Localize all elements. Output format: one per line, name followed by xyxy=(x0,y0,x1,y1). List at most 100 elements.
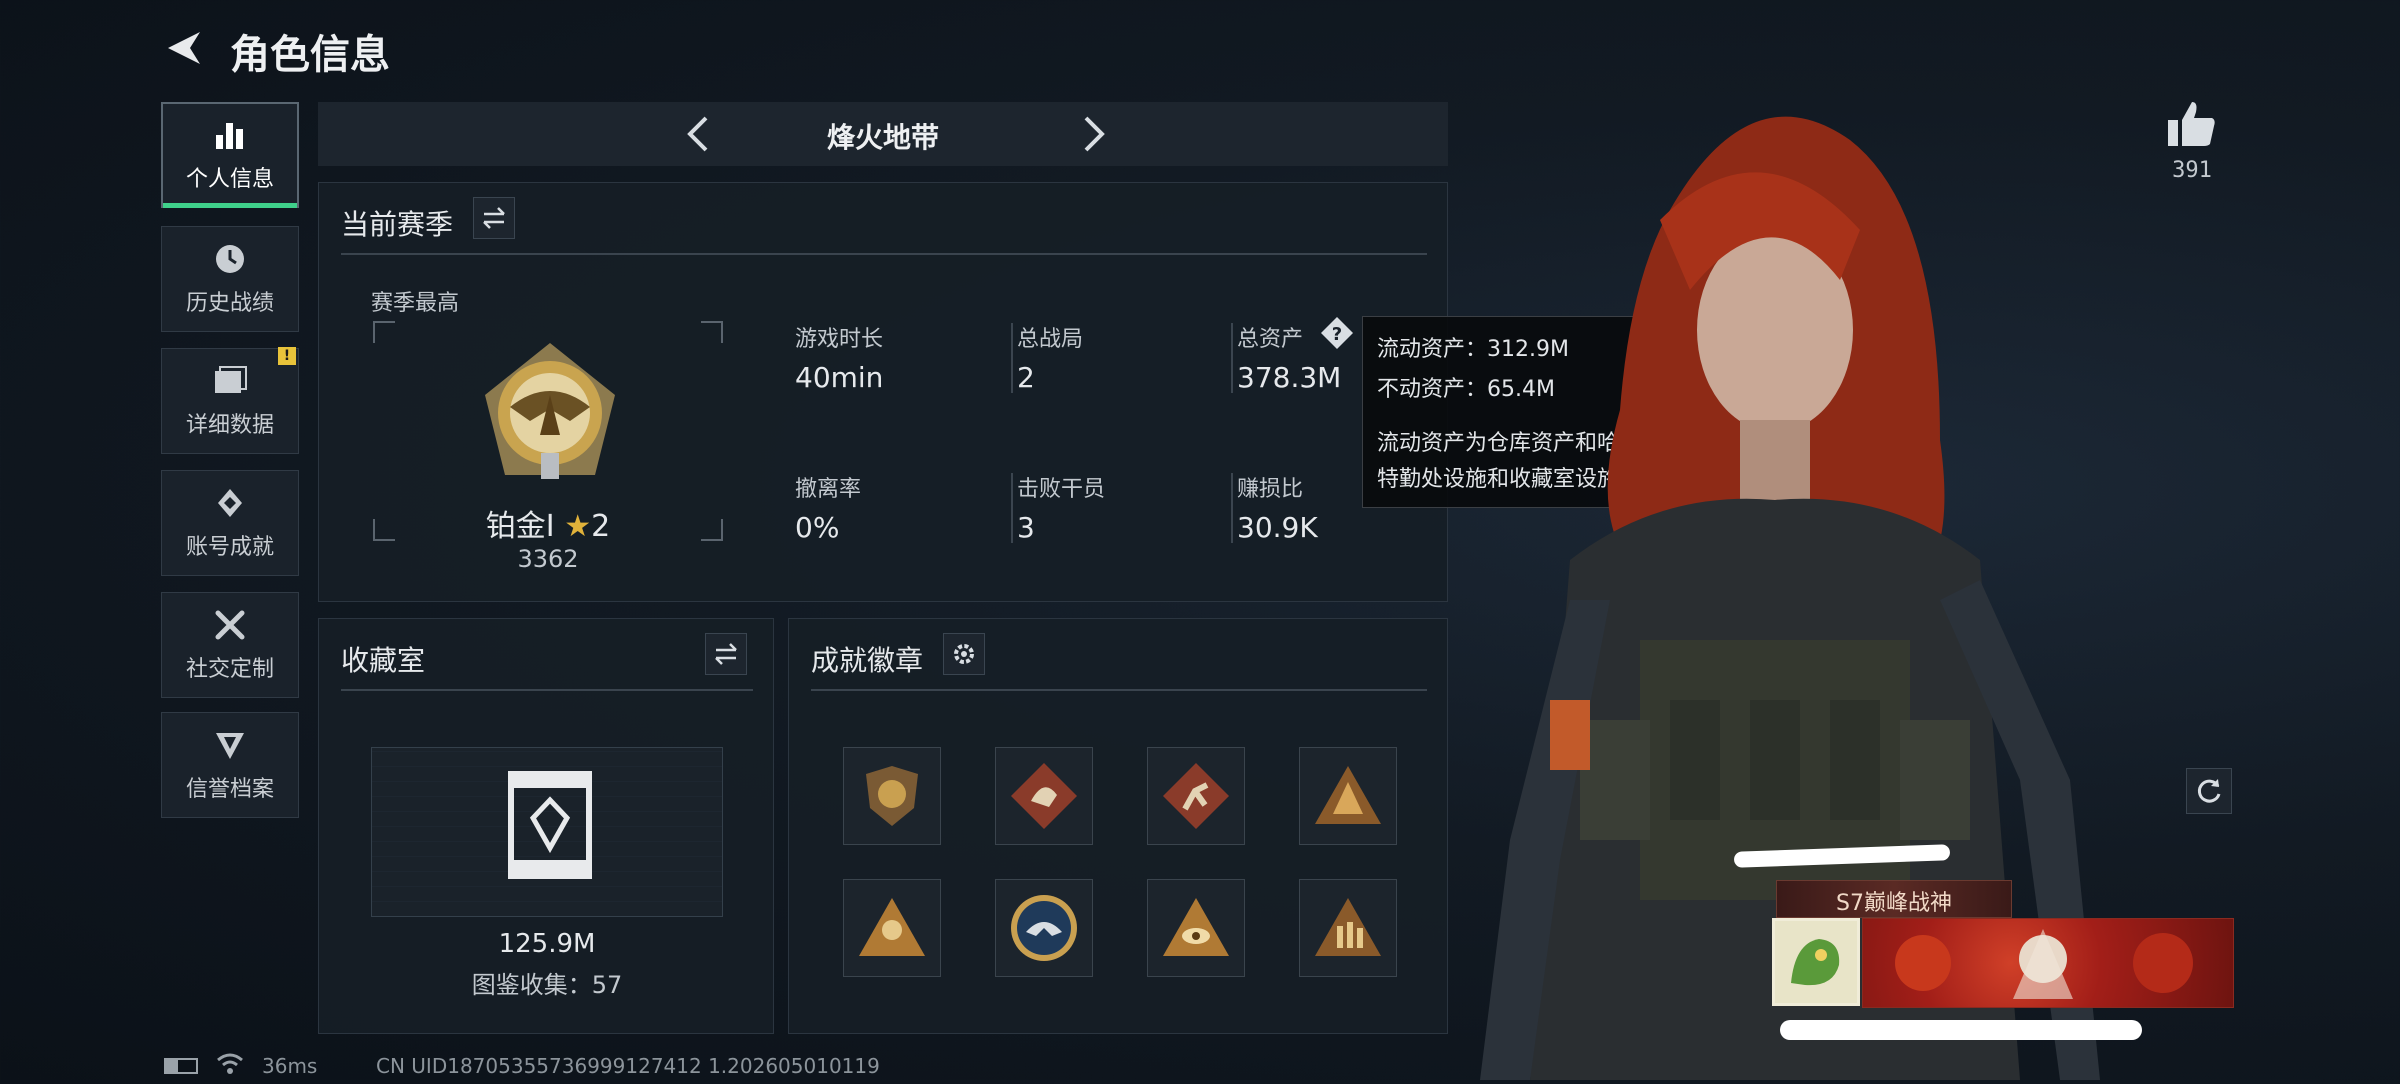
stat-value-playtime: 40min xyxy=(795,361,884,394)
collection-switch-button[interactable] xyxy=(705,633,747,675)
divider xyxy=(1011,473,1013,543)
stat-value-extraction-rate: 0% xyxy=(795,511,840,544)
stat-label-playtime: 游戏时长 xyxy=(795,327,884,352)
folder-icon xyxy=(215,366,247,393)
collection-value: 125.9M xyxy=(498,929,596,959)
eye-triangle-icon xyxy=(1163,898,1229,956)
redacted-id-scribble xyxy=(1780,1020,2142,1040)
thumbs-up-icon xyxy=(2168,102,2215,146)
collection-preview[interactable] xyxy=(371,747,723,917)
history-icon xyxy=(216,245,244,273)
rank-points: 3362 xyxy=(517,545,579,573)
stat-label-total-assets: 总资产 xyxy=(1237,327,1304,352)
stat-value-operators-defeated: 3 xyxy=(1017,511,1035,544)
platinum-rank-emblem-icon xyxy=(485,343,615,479)
sidebar-item-label: 详细数据 xyxy=(185,413,274,438)
chevron-right-icon xyxy=(1084,116,1105,152)
eagle-circle-icon xyxy=(1011,895,1077,961)
back-button[interactable] xyxy=(162,26,206,70)
divider xyxy=(341,689,753,691)
divider xyxy=(811,689,1427,691)
user-uid: CN UID18705355736999127412 1.20260501011… xyxy=(376,1054,880,1078)
achievements-settings-button[interactable] xyxy=(943,633,985,675)
sidebar-item-personal-info[interactable]: 个人信息 xyxy=(161,102,299,208)
dragon-avatar-icon xyxy=(1791,939,1840,986)
question-mark-icon: ? xyxy=(1321,317,1353,349)
sidebar-item-achievements[interactable]: 账号成就 xyxy=(161,470,299,576)
achievement-badge[interactable] xyxy=(1299,747,1397,845)
achievement-badge[interactable] xyxy=(1147,747,1245,845)
stat-value-total-matches: 2 xyxy=(1017,361,1035,394)
battery-icon xyxy=(164,1058,198,1074)
stat-label-operators-defeated: 击败干员 xyxy=(1017,477,1106,502)
sidebar-item-label: 账号成就 xyxy=(185,535,274,560)
soldier-triangle-icon xyxy=(859,898,925,956)
stat-label-extraction-rate: 撤离率 xyxy=(795,477,862,502)
rank-stars: 2 xyxy=(591,509,611,544)
sidebar-item-label: 个人信息 xyxy=(185,167,274,192)
season-switch-button[interactable] xyxy=(473,197,515,239)
name-card-banner[interactable] xyxy=(1862,918,2234,1008)
star-icon: ★ xyxy=(564,509,592,544)
achievement-badge[interactable] xyxy=(1147,879,1245,977)
wifi-icon xyxy=(217,1053,243,1074)
bar-chart-icon xyxy=(216,123,243,149)
sidebar-item-history[interactable]: 历史战绩 xyxy=(161,226,299,332)
sidebar-item-label: 社交定制 xyxy=(185,657,274,682)
achievement-badge[interactable] xyxy=(1299,879,1397,977)
lion-shield-icon xyxy=(866,766,918,826)
page-title: 角色信息 xyxy=(230,32,390,78)
runner-diamond-icon xyxy=(1163,763,1229,829)
refresh-icon xyxy=(2197,779,2221,803)
stat-value-total-assets: 378.3M xyxy=(1237,361,1342,394)
ping-value: 36ms xyxy=(262,1054,318,1078)
achievement-icon xyxy=(218,489,242,517)
tools-icon xyxy=(215,610,245,640)
back-arrow-icon xyxy=(168,32,200,64)
stat-label-profit-loss-ratio: 赚损比 xyxy=(1237,477,1304,502)
season-best-label: 赛季最高 xyxy=(371,291,460,316)
like-button[interactable] xyxy=(2164,96,2220,152)
mode-selector: 烽火地带 xyxy=(318,102,1448,166)
divider xyxy=(341,253,1427,255)
rank-name: 铂金I xyxy=(485,509,555,544)
season-title: 当前赛季 xyxy=(341,208,454,241)
title-banner: S7巅峰战神 xyxy=(1776,880,2012,918)
ornate-banner-icon xyxy=(1895,929,2193,999)
credit-icon xyxy=(216,733,244,759)
swap-icon xyxy=(715,643,737,665)
stat-value-profit-loss-ratio: 30.9K xyxy=(1237,511,1318,544)
divider xyxy=(1231,323,1233,393)
achievement-badge[interactable] xyxy=(995,747,1093,845)
collection-panel: 收藏室 125.9M 图鉴收集：57 xyxy=(318,618,774,1034)
rotate-character-button[interactable] xyxy=(2186,768,2232,814)
achievements-panel: 成就徽章 xyxy=(788,618,1448,1034)
squad-triangle-icon xyxy=(1315,898,1381,956)
title-banner-text: S7巅峰战神 xyxy=(1836,891,1952,916)
warning-triangle-icon xyxy=(1315,766,1381,824)
notification-badge: ! xyxy=(278,347,296,365)
sidebar-item-detailed-data[interactable]: 详细数据 ! xyxy=(161,347,299,454)
sidebar-item-credit-record[interactable]: 信誉档案 xyxy=(161,712,299,818)
asset-help-button[interactable]: ? xyxy=(1319,315,1355,351)
rank-line: 铂金I ★2 xyxy=(373,501,723,545)
display-case-icon xyxy=(508,771,592,879)
mode-label: 烽火地带 xyxy=(826,121,939,154)
collection-title: 收藏室 xyxy=(341,644,426,677)
dragon-diamond-icon xyxy=(1011,763,1077,829)
next-mode-button[interactable] xyxy=(1070,112,1114,156)
like-count: 391 xyxy=(2172,158,2212,183)
svg-text:?: ? xyxy=(1332,324,1342,345)
gear-icon xyxy=(954,644,974,664)
achievement-badge[interactable] xyxy=(995,879,1093,977)
achievement-badge[interactable] xyxy=(843,747,941,845)
divider xyxy=(1231,473,1233,543)
player-avatar[interactable] xyxy=(1772,918,1860,1006)
season-panel: 当前赛季 赛季最高 铂金I ★2 3362 游戏时长 40min 总战局 2 总… xyxy=(318,182,1448,602)
sidebar-item-label: 信誉档案 xyxy=(185,777,274,802)
sidebar-item-label: 历史战绩 xyxy=(185,291,274,316)
stat-label-total-matches: 总战局 xyxy=(1017,327,1084,352)
divider xyxy=(1011,323,1013,393)
achievement-badge[interactable] xyxy=(843,879,941,977)
sidebar-item-social-custom[interactable]: 社交定制 xyxy=(161,592,299,698)
